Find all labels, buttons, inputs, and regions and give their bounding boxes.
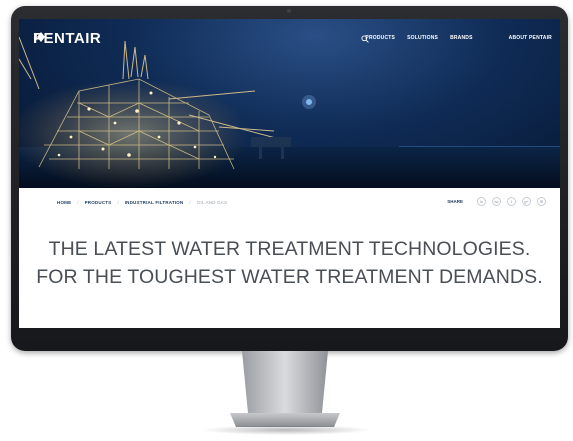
breadcrumb-current: OIL AND GAS — [196, 200, 228, 205]
top-navigation: PENTAIR PRODUCTS SOLUTIONS BRANDS ABOUT … — [19, 19, 560, 53]
nav-links: PRODUCTS SOLUTIONS BRANDS ABOUT PENTAIR — [353, 35, 552, 43]
breadcrumb-separator: / — [117, 200, 119, 205]
webcam — [287, 9, 291, 13]
share-email-button[interactable]: ✉ — [537, 197, 546, 206]
stand-shadow — [200, 425, 372, 435]
share-twitter-button[interactable]: tw — [492, 197, 501, 206]
breadcrumb-separator: / — [189, 200, 191, 205]
monitor-stand — [230, 351, 340, 427]
share-label: SHARE — [447, 199, 463, 204]
hero-banner: PENTAIR PRODUCTS SOLUTIONS BRANDS ABOUT … — [19, 19, 560, 188]
share-facebook-button[interactable]: f — [507, 197, 516, 206]
breadcrumb-separator: / — [77, 200, 79, 205]
search-icon[interactable] — [361, 35, 370, 43]
share-bar: SHARE in tw f g+ ✉ — [447, 197, 546, 206]
pentair-diamond-icon — [34, 32, 45, 42]
pentair-logo[interactable]: PENTAIR — [33, 30, 101, 47]
tagline: THE LATEST WATER TREATMENT TECHNOLOGIES.… — [19, 235, 560, 291]
nav-solutions[interactable]: SOLUTIONS — [407, 35, 438, 41]
breadcrumb-products[interactable]: PRODUCTS — [85, 200, 112, 205]
breadcrumb-industrial-filtration[interactable]: INDUSTRIAL FILTRATION — [125, 200, 184, 205]
tagline-line-1: THE LATEST WATER TREATMENT TECHNOLOGIES. — [48, 238, 531, 260]
breadcrumb: HOME / PRODUCTS / INDUSTRIAL FILTRATION … — [57, 200, 227, 205]
screen: PENTAIR PRODUCTS SOLUTIONS BRANDS ABOUT … — [19, 19, 560, 328]
share-googleplus-button[interactable]: g+ — [522, 197, 531, 206]
tagline-line-2: FOR THE TOUGHEST WATER TREATMENT DEMANDS… — [36, 266, 543, 288]
monitor: PENTAIR PRODUCTS SOLUTIONS BRANDS ABOUT … — [11, 6, 568, 351]
breadcrumb-home[interactable]: HOME — [57, 200, 71, 205]
breadcrumb-bar: HOME / PRODUCTS / INDUSTRIAL FILTRATION … — [19, 188, 560, 218]
share-linkedin-button[interactable]: in — [477, 197, 486, 206]
nav-products[interactable]: PRODUCTS — [365, 35, 395, 41]
nav-about-pentair[interactable]: ABOUT PENTAIR — [509, 35, 552, 41]
nav-brands[interactable]: BRANDS — [450, 35, 473, 41]
